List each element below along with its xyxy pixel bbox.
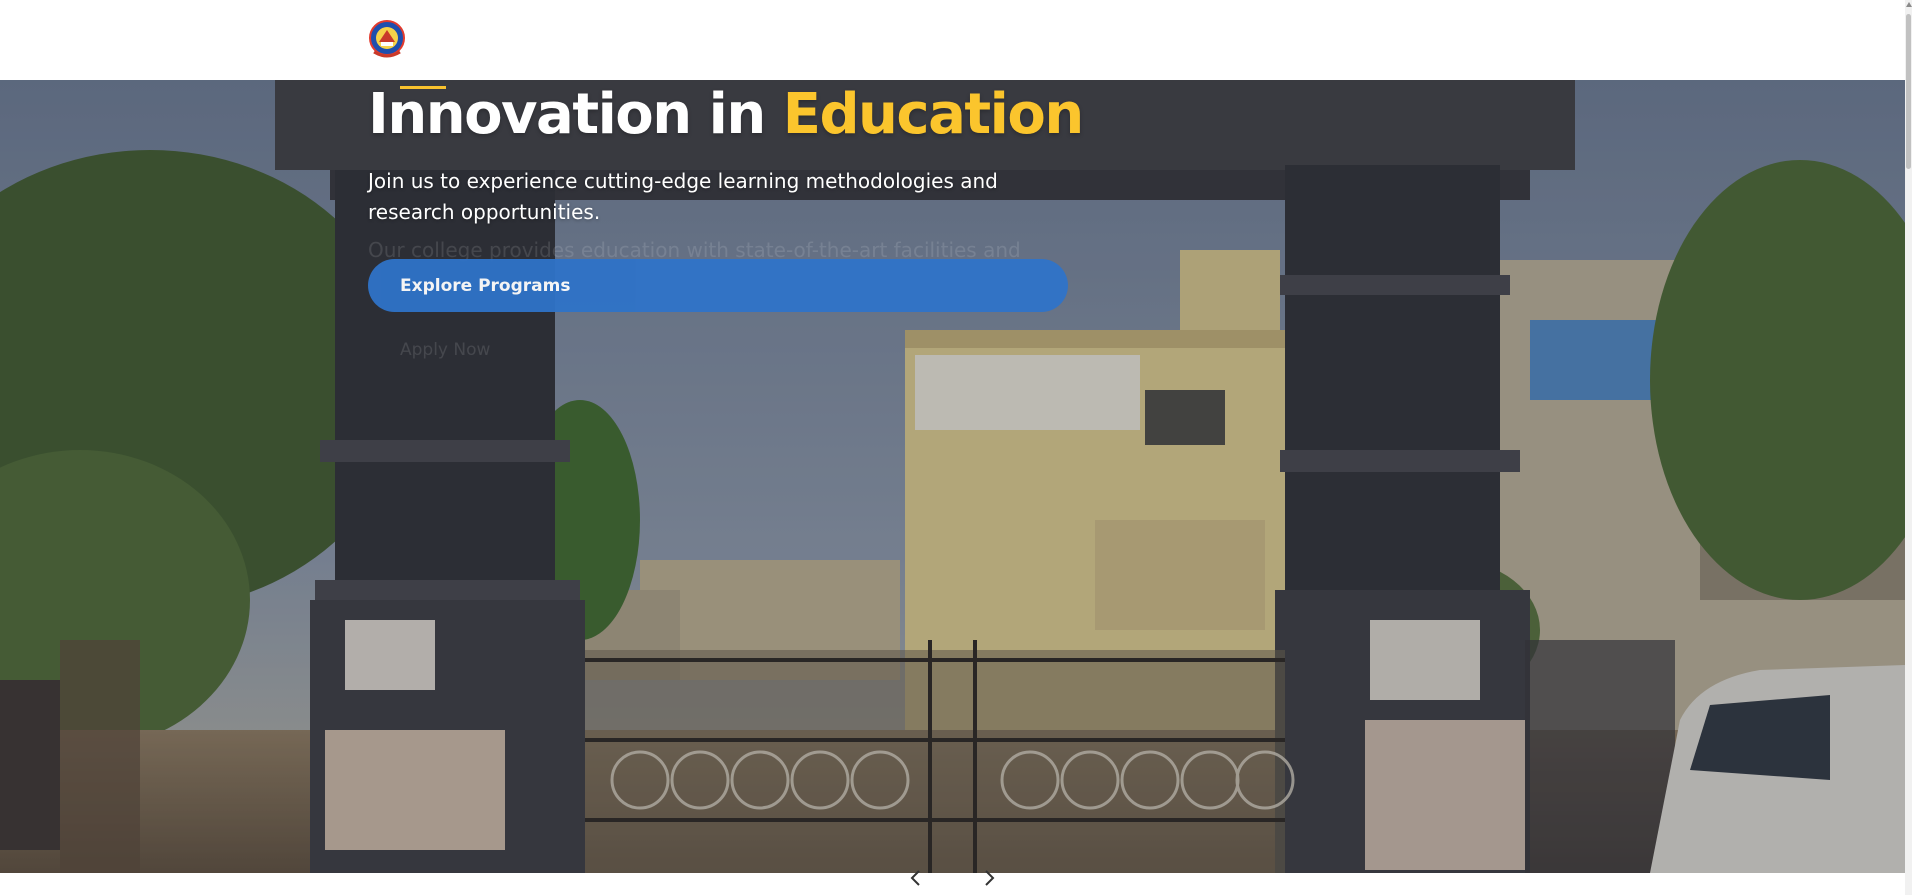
chevron-left-icon[interactable] (907, 868, 925, 888)
chevron-right-icon[interactable] (980, 868, 998, 888)
explore-programs-button[interactable]: Explore Programs (368, 259, 1068, 312)
college-emblem-icon[interactable] (368, 18, 406, 60)
page-scrollbar[interactable] (1905, 0, 1912, 895)
headline-text: Innovation in (368, 82, 783, 147)
site-header (0, 0, 1905, 80)
page-bottom-strip (0, 873, 1905, 895)
headline-highlight: Education (782, 82, 1085, 147)
previous-slide-cta: Apply Now (400, 340, 491, 360)
slide-content: Our college provides education with stat… (368, 80, 1088, 380)
scrollbar-thumb[interactable] (1906, 14, 1911, 169)
scroll-up-arrow-icon[interactable] (1906, 2, 1912, 7)
hero-slider: Our college provides education with stat… (0, 80, 1905, 873)
hero-subtitle: Join us to experience cutting-edge learn… (368, 169, 998, 224)
hero-headline: Innovation in Education (368, 82, 1085, 147)
